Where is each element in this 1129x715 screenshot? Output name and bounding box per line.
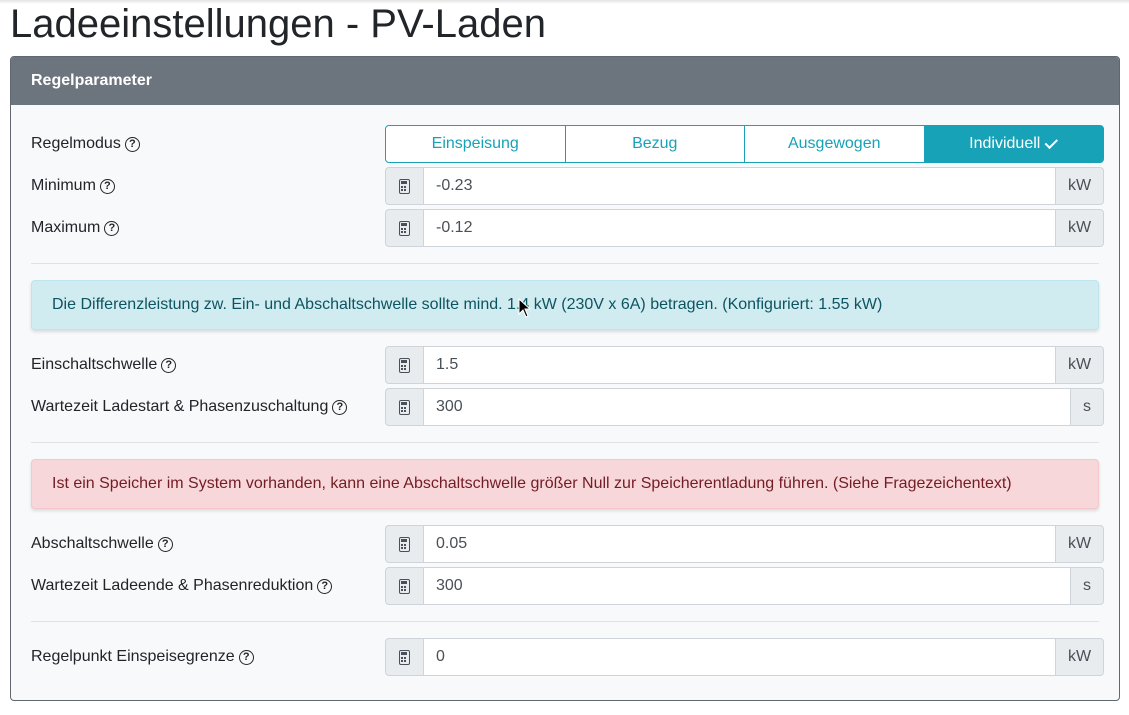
- mode-individuell-label: Individuell: [969, 135, 1041, 152]
- calculator-icon: [399, 536, 410, 552]
- abschaltschwelle-label-wrap: Abschaltschwelle ?: [31, 525, 173, 563]
- calculator-button[interactable]: [385, 167, 423, 205]
- calculator-icon: [399, 578, 410, 594]
- einschaltschwelle-label-wrap: Einschaltschwelle ?: [31, 346, 177, 384]
- maximum-label-wrap: Maximum ?: [31, 209, 120, 247]
- abschaltschwelle-label: Abschaltschwelle: [31, 535, 154, 552]
- calculator-button[interactable]: [385, 388, 423, 426]
- abschaltschwelle-unit: kW: [1056, 525, 1104, 563]
- wartezeit-ende-input[interactable]: [423, 567, 1071, 605]
- wartezeit-start-unit: s: [1071, 388, 1104, 426]
- wartezeit-ende-unit: s: [1071, 567, 1104, 605]
- abschaltschwelle-input-group: kW: [385, 525, 1104, 563]
- abschaltschwelle-input[interactable]: [423, 525, 1056, 563]
- calculator-icon: [399, 357, 410, 373]
- divider: [31, 263, 1099, 264]
- calculator-icon: [399, 399, 410, 415]
- regelmodus-button-group: Einspeisung Bezug Ausgewogen Individuell: [385, 125, 1104, 163]
- maximum-input[interactable]: [423, 209, 1056, 247]
- calculator-button[interactable]: [385, 525, 423, 563]
- einschaltschwelle-label: Einschaltschwelle: [31, 356, 158, 373]
- calculator-icon: [399, 649, 410, 665]
- maximum-unit: kW: [1056, 209, 1104, 247]
- wartezeit-ende-label: Wartezeit Ladeende & Phasenreduktion: [31, 577, 314, 594]
- question-circle-icon[interactable]: ?: [104, 220, 120, 236]
- regelmodus-label-wrap: Regelmodus ?: [31, 125, 140, 163]
- wartezeit-ende-label-wrap: Wartezeit Ladeende & Phasenreduktion ?: [31, 567, 333, 605]
- wartezeit-start-input-group: s: [385, 388, 1104, 426]
- minimum-label-wrap: Minimum ?: [31, 167, 115, 205]
- einschaltschwelle-unit: kW: [1056, 346, 1104, 384]
- danger-alert: Ist ein Speicher im System vorhanden, ka…: [31, 459, 1099, 509]
- mode-einspeisung-button[interactable]: Einspeisung: [385, 125, 566, 163]
- wartezeit-start-label: Wartezeit Ladestart & Phasenzuschaltung: [31, 398, 329, 415]
- mode-bezug-button[interactable]: Bezug: [564, 125, 745, 163]
- minimum-label: Minimum: [31, 177, 96, 194]
- regelpunkt-label-wrap: Regelpunkt Einspeisegrenze ?: [31, 638, 254, 676]
- calculator-button[interactable]: [385, 567, 423, 605]
- divider: [31, 442, 1099, 443]
- row-wartezeit-start: Wartezeit Ladestart & Phasenzuschaltung …: [31, 388, 1104, 426]
- row-minimum: Minimum ? kW: [31, 167, 1104, 205]
- mode-individuell-button[interactable]: Individuell: [923, 125, 1104, 163]
- wartezeit-start-input[interactable]: [423, 388, 1071, 426]
- calculator-icon: [399, 220, 410, 236]
- wartezeit-ende-input-group: s: [385, 567, 1104, 605]
- page-title: Ladeeinstellungen - PV-Laden: [10, 2, 546, 46]
- info-alert: Die Differenzleistung zw. Ein- und Absch…: [31, 280, 1099, 330]
- maximum-label: Maximum: [31, 219, 101, 236]
- row-regelmodus: Regelmodus ? Einspeisung Bezug Ausgewoge…: [31, 125, 1104, 163]
- question-circle-icon[interactable]: ?: [124, 136, 140, 152]
- regelpunkt-input[interactable]: [423, 638, 1056, 676]
- divider: [31, 621, 1099, 622]
- question-circle-icon[interactable]: ?: [332, 399, 348, 415]
- row-regelpunkt: Regelpunkt Einspeisegrenze ? kW: [31, 638, 1104, 676]
- question-circle-icon[interactable]: ?: [161, 357, 177, 373]
- row-maximum: Maximum ? kW: [31, 209, 1104, 247]
- question-circle-icon[interactable]: ?: [157, 536, 173, 552]
- question-circle-icon[interactable]: ?: [238, 649, 254, 665]
- regelmodus-label: Regelmodus: [31, 135, 121, 152]
- row-abschaltschwelle: Abschaltschwelle ? kW: [31, 525, 1104, 563]
- row-wartezeit-ende: Wartezeit Ladeende & Phasenreduktion ? s: [31, 567, 1104, 605]
- question-circle-icon[interactable]: ?: [317, 578, 333, 594]
- row-einschaltschwelle: Einschaltschwelle ? kW: [31, 346, 1104, 384]
- card-header: Regelparameter: [11, 57, 1119, 105]
- regelpunkt-input-group: kW: [385, 638, 1104, 676]
- question-circle-icon[interactable]: ?: [99, 178, 115, 194]
- mouse-cursor-icon: [518, 298, 532, 318]
- minimum-input[interactable]: [423, 167, 1056, 205]
- minimum-input-group: kW: [385, 167, 1104, 205]
- calculator-button[interactable]: [385, 209, 423, 247]
- settings-card: Regelparameter Regelmodus ? Einspeisung …: [10, 56, 1120, 701]
- regelpunkt-unit: kW: [1056, 638, 1104, 676]
- einschaltschwelle-input[interactable]: [423, 346, 1056, 384]
- minimum-unit: kW: [1056, 167, 1104, 205]
- mode-ausgewogen-button[interactable]: Ausgewogen: [744, 125, 925, 163]
- wartezeit-start-label-wrap: Wartezeit Ladestart & Phasenzuschaltung …: [31, 388, 348, 426]
- regelpunkt-label: Regelpunkt Einspeisegrenze: [31, 648, 235, 665]
- maximum-input-group: kW: [385, 209, 1104, 247]
- calculator-button[interactable]: [385, 346, 423, 384]
- calculator-button[interactable]: [385, 638, 423, 676]
- einschaltschwelle-input-group: kW: [385, 346, 1104, 384]
- check-icon: [1044, 135, 1059, 149]
- calculator-icon: [399, 178, 410, 194]
